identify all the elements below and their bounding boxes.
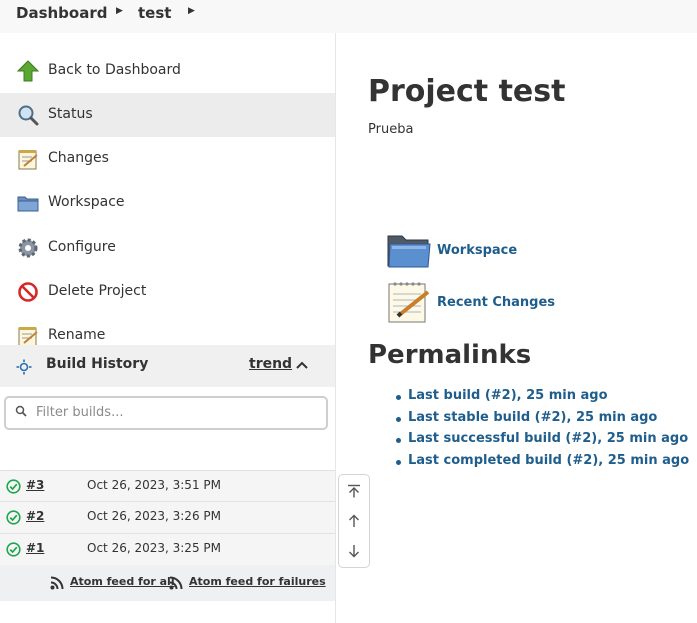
task-status[interactable]: Status <box>0 93 335 137</box>
task-label: Delete Project <box>48 283 147 299</box>
chevron-up-icon[interactable] <box>296 360 308 370</box>
chevron-right-icon[interactable]: ▶ <box>188 6 195 16</box>
permalinks-list: Last build (#2), 25 min ago Last stable … <box>394 388 689 475</box>
task-back-to-dashboard[interactable]: Back to Dashboard <box>0 49 335 93</box>
build-history-header: Build History trend <box>0 345 335 387</box>
task-label: Status <box>48 106 93 122</box>
permalink-last-build[interactable]: Last build (#2), 25 min ago <box>394 388 689 410</box>
filter-builds-field[interactable] <box>4 396 328 430</box>
task-label: Back to Dashboard <box>48 62 181 78</box>
notepad-icon <box>18 327 38 347</box>
scroll-down-button[interactable] <box>339 536 369 566</box>
build-history-title: Build History <box>46 356 149 372</box>
build-time: Oct 26, 2023, 3:26 PM <box>87 509 221 523</box>
atom-feed-failures-link[interactable]: Atom feed for failures <box>189 575 326 588</box>
task-label: Changes <box>48 150 109 166</box>
build-number-link[interactable]: #1 <box>26 541 44 555</box>
folder-icon <box>17 196 39 212</box>
arrow-up-icon <box>349 514 359 527</box>
up-arrow-icon <box>17 60 39 82</box>
task-changes[interactable]: Changes <box>0 137 335 181</box>
page-title: Project test <box>368 74 566 109</box>
rss-icon <box>50 576 64 590</box>
permalink-last-successful-build[interactable]: Last successful build (#2), 25 min ago <box>394 431 689 453</box>
build-time: Oct 26, 2023, 3:25 PM <box>87 541 221 555</box>
search-icon <box>15 405 27 417</box>
task-label: Rename <box>48 327 106 343</box>
task-configure[interactable]: Configure <box>0 226 335 270</box>
permalink-last-stable-build[interactable]: Last stable build (#2), 25 min ago <box>394 410 689 432</box>
no-entry-icon <box>18 282 38 302</box>
scroll-up-button[interactable] <box>339 506 369 536</box>
notepad-icon <box>18 150 38 170</box>
workspace-link[interactable]: Workspace <box>437 243 517 258</box>
atom-feeds: Atom feed for all Atom feed for failures <box>0 565 335 601</box>
notepad-icon <box>388 282 430 323</box>
build-number-link[interactable]: #3 <box>26 478 44 492</box>
success-check-icon <box>6 510 21 525</box>
scroll-top-button[interactable] <box>339 476 369 506</box>
recent-changes-link[interactable]: Recent Changes <box>437 295 555 310</box>
task-workspace[interactable]: Workspace <box>0 181 335 225</box>
build-row[interactable]: #3 Oct 26, 2023, 3:51 PM <box>0 470 335 502</box>
task-label: Workspace <box>48 194 125 210</box>
success-check-icon <box>6 542 21 557</box>
build-row[interactable]: #1 Oct 26, 2023, 3:25 PM <box>0 533 335 565</box>
success-check-icon <box>6 479 21 494</box>
breadcrumb-dashboard[interactable]: Dashboard <box>16 4 107 22</box>
trend-link[interactable]: trend <box>249 356 292 372</box>
build-number-link[interactable]: #2 <box>26 509 44 523</box>
breadcrumb-test[interactable]: test <box>138 4 171 22</box>
permalink-last-completed-build[interactable]: Last completed build (#2), 25 min ago <box>394 453 689 475</box>
sidebar-divider <box>335 33 336 623</box>
rss-icon <box>169 576 183 590</box>
chevron-right-icon[interactable]: ▶ <box>116 6 123 16</box>
task-label: Configure <box>48 239 116 255</box>
breadcrumb: Dashboard ▶ test ▶ <box>0 0 697 33</box>
gear-icon <box>18 238 38 258</box>
folder-icon <box>387 235 431 268</box>
scroll-to-top-icon <box>348 484 360 498</box>
magnifier-icon <box>18 105 39 126</box>
arrow-down-icon <box>349 545 359 558</box>
project-description: Prueba <box>368 122 414 137</box>
build-row[interactable]: #2 Oct 26, 2023, 3:26 PM <box>0 501 335 533</box>
task-delete-project[interactable]: Delete Project <box>0 270 335 314</box>
build-history-icon <box>16 359 32 375</box>
filter-builds-input[interactable] <box>34 404 318 421</box>
page-scroll-controls <box>338 474 370 568</box>
permalinks-heading: Permalinks <box>368 340 532 370</box>
atom-feed-all-link[interactable]: Atom feed for all <box>70 575 175 588</box>
build-time: Oct 26, 2023, 3:51 PM <box>87 478 221 492</box>
